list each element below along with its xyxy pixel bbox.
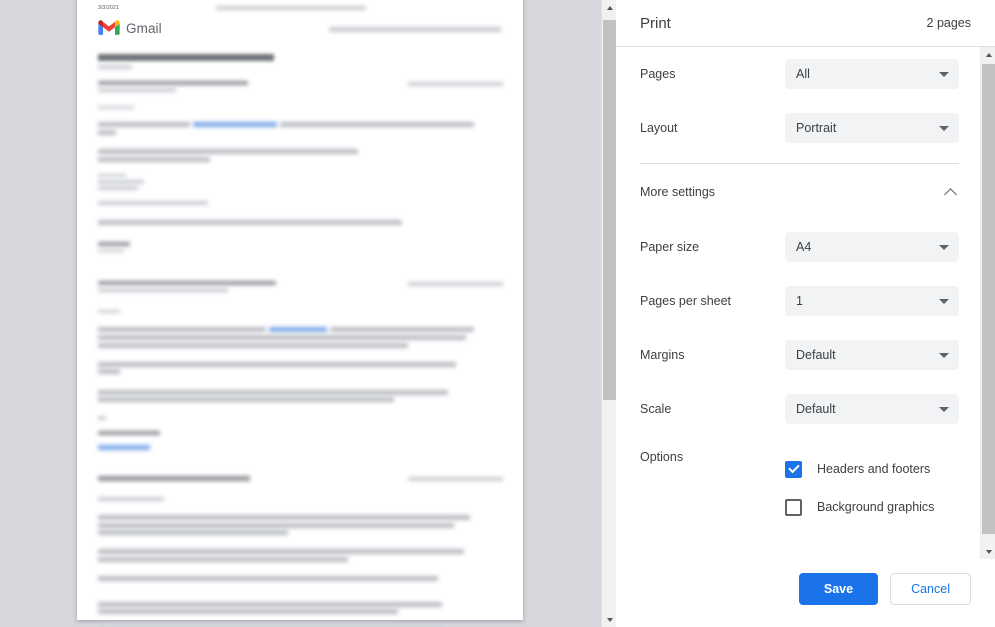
message-2-body <box>98 309 503 450</box>
setting-row-layout: Layout Portrait <box>640 101 959 155</box>
setting-row-pages-per-sheet: Pages per sheet 1 <box>640 274 959 328</box>
pages-per-sheet-select-value: 1 <box>796 294 803 308</box>
message-1-meta <box>98 80 503 92</box>
page-count-summary: 2 pages <box>926 16 971 30</box>
setting-row-margins: Margins Default <box>640 328 959 382</box>
preview-scroll-up-button[interactable] <box>602 0 616 15</box>
setting-row-paper-size: Paper size A4 <box>640 220 959 274</box>
redacted-account-line <box>329 27 501 32</box>
gmail-wordmark: Gmail <box>126 20 162 36</box>
options-label: Options <box>640 450 684 464</box>
setting-row-scale: Scale Default <box>640 382 959 436</box>
pages-select[interactable]: All <box>785 59 959 89</box>
chevron-down-icon <box>939 407 949 412</box>
document-body <box>98 54 503 627</box>
more-settings-label: More settings <box>640 185 716 199</box>
message-2-meta <box>98 280 503 292</box>
checkbox-background-graphics[interactable]: Background graphics <box>785 488 959 526</box>
chevron-down-icon <box>939 126 949 131</box>
document-date: 3/3/2021 <box>98 5 119 11</box>
scroll-down-arrow-icon <box>606 617 613 622</box>
settings-scroll-up-button[interactable] <box>981 47 995 62</box>
pages-select-value: All <box>796 67 810 81</box>
settings-scroll-region: Pages All Layout Portrait More settings … <box>616 47 995 559</box>
chevron-down-icon <box>939 299 949 304</box>
layout-select-value: Portrait <box>796 121 837 135</box>
print-settings-panel: Print 2 pages Pages All Layout Portrait <box>616 0 995 627</box>
print-dialog-window: 3/3/2021 Gmail Print 2 pages Pages All L… <box>0 0 995 627</box>
pages-per-sheet-label: Pages per sheet <box>640 294 732 308</box>
layout-label: Layout <box>640 121 678 135</box>
save-button[interactable]: Save <box>798 573 879 605</box>
paper-size-select[interactable]: A4 <box>785 232 959 262</box>
checkbox-unchecked-icon <box>785 498 802 516</box>
settings-scrollbar[interactable] <box>980 47 995 559</box>
margins-select-value: Default <box>796 348 836 362</box>
margins-select[interactable]: Default <box>785 340 959 370</box>
redacted-subject-text <box>216 6 366 10</box>
paper-size-label: Paper size <box>640 240 700 254</box>
scale-select[interactable]: Default <box>785 394 959 424</box>
headers-and-footers-label: Headers and footers <box>817 462 931 476</box>
print-dialog-footer: Save Cancel <box>616 559 995 627</box>
pages-per-sheet-select[interactable]: 1 <box>785 286 959 316</box>
preview-scrollbar-thumb[interactable] <box>603 20 616 400</box>
chevron-down-icon <box>939 245 949 250</box>
checkbox-checked-icon <box>785 460 802 478</box>
document-subject-block <box>98 54 503 69</box>
more-settings-toggle[interactable]: More settings <box>640 164 959 220</box>
scale-label: Scale <box>640 402 672 416</box>
preview-scrollbar[interactable] <box>601 0 616 627</box>
gmail-brand: Gmail <box>98 20 162 36</box>
message-1-body <box>98 105 503 252</box>
scroll-up-arrow-icon <box>985 52 992 57</box>
background-graphics-label: Background graphics <box>817 500 935 514</box>
scroll-down-arrow-icon <box>985 549 992 554</box>
document-header: 3/3/2021 <box>98 4 503 12</box>
gmail-m-icon <box>98 20 120 35</box>
chevron-up-icon <box>945 185 959 199</box>
chevron-down-icon <box>939 72 949 77</box>
checkbox-headers-and-footers[interactable]: Headers and footers <box>785 450 959 488</box>
message-3-meta <box>98 476 503 482</box>
preview-scroll-down-button[interactable] <box>602 612 616 627</box>
paper-size-select-value: A4 <box>796 240 812 254</box>
preview-page-1: 3/3/2021 Gmail <box>77 0 523 627</box>
message-3-body <box>98 497 503 582</box>
setting-row-pages: Pages All <box>640 47 959 101</box>
cancel-button[interactable]: Cancel <box>890 573 971 605</box>
scroll-up-arrow-icon <box>606 5 613 10</box>
chevron-down-icon <box>939 353 949 358</box>
print-preview-area: 3/3/2021 Gmail <box>0 0 616 627</box>
print-dialog-title: Print <box>640 14 671 32</box>
layout-select[interactable]: Portrait <box>785 113 959 143</box>
scale-select-value: Default <box>796 402 836 416</box>
options-section: Options Headers and footers Background g… <box>640 436 959 526</box>
message-footer-block <box>98 601 503 627</box>
settings-scrollbar-thumb[interactable] <box>982 64 995 534</box>
pages-label: Pages <box>640 67 676 81</box>
settings-scroll-down-button[interactable] <box>981 544 995 559</box>
print-dialog-header: Print 2 pages <box>616 0 995 47</box>
margins-label: Margins <box>640 348 685 362</box>
settings-list: Pages All Layout Portrait More settings … <box>616 47 979 559</box>
